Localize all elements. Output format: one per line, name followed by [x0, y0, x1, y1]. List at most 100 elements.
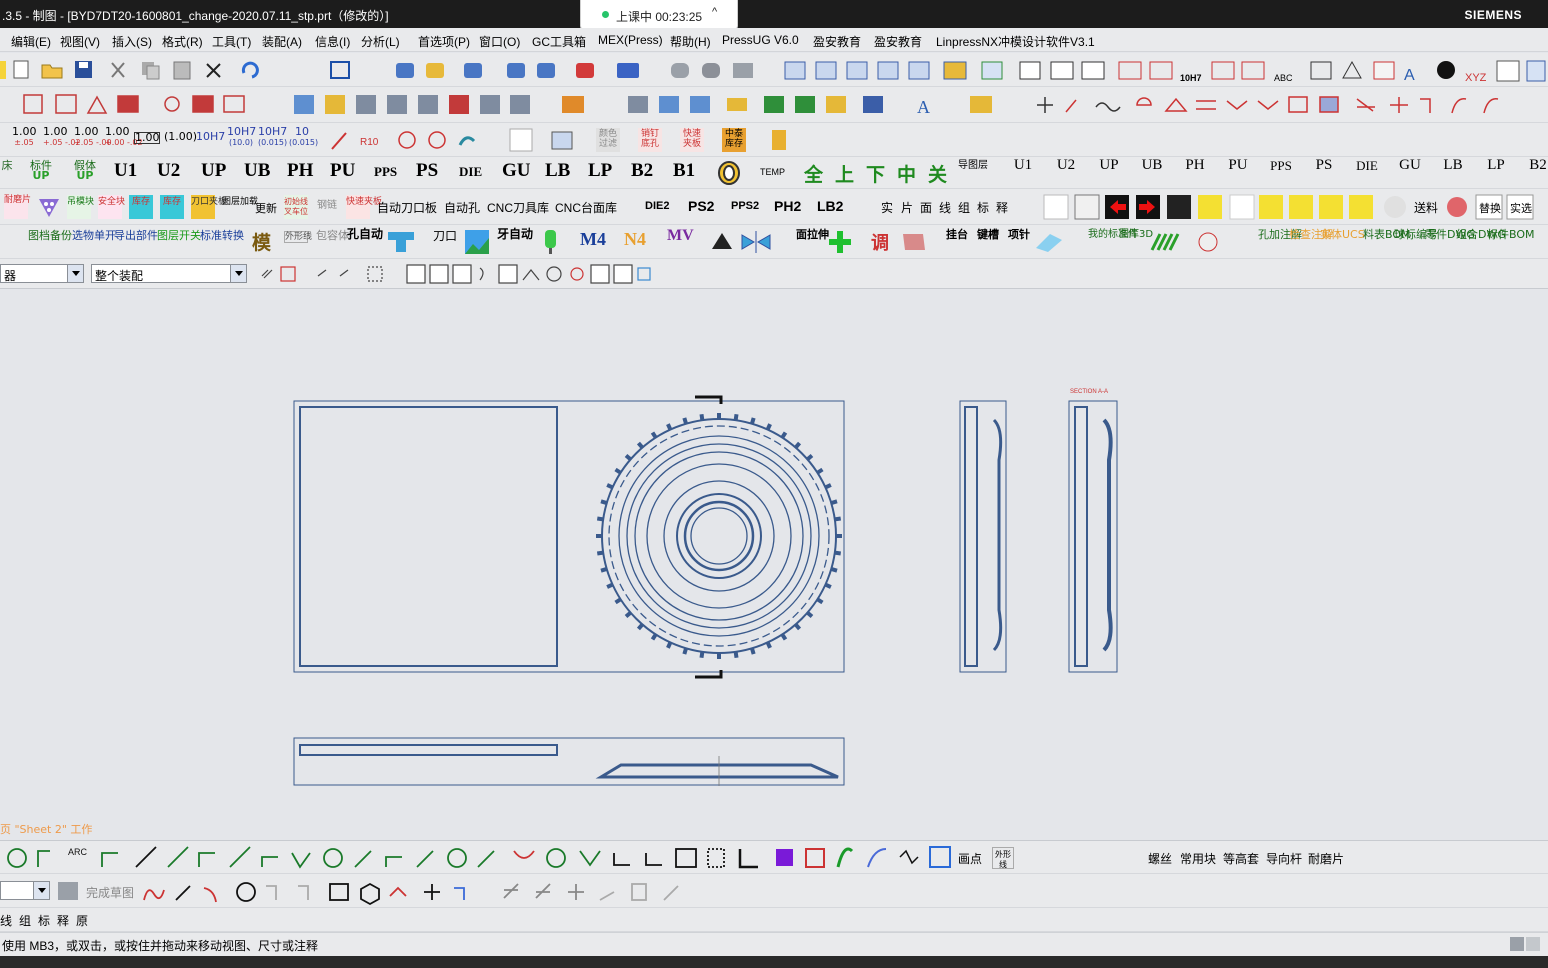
- menu-preferences[interactable]: 首选项(P): [418, 33, 470, 50]
- menu-insert[interactable]: 插入(S): [112, 33, 152, 50]
- annot-origin[interactable]: 原: [76, 912, 88, 929]
- chevron-down-icon[interactable]: [230, 265, 246, 282]
- chevron-down-icon[interactable]: [33, 882, 49, 899]
- outline-line-chip[interactable]: 外形线: [992, 847, 1014, 869]
- filter-sheet[interactable]: 片: [901, 199, 913, 216]
- backup-drawing-button[interactable]: 图档备份: [28, 230, 72, 241]
- mv-button[interactable]: MV: [667, 227, 694, 245]
- move-die[interactable]: DIE: [1354, 159, 1380, 172]
- equal-height-sleeve-button[interactable]: 等高套: [1223, 850, 1259, 867]
- mold-button[interactable]: 模: [252, 228, 271, 255]
- menu-gc-toolbox[interactable]: GC工具箱: [532, 33, 586, 50]
- hole-annotation-button[interactable]: 孔加注解: [1258, 229, 1302, 240]
- tolerance-basic[interactable]: 1.00: [134, 132, 160, 144]
- export-part-button[interactable]: 导出部件: [114, 230, 158, 241]
- tolerance-3[interactable]: 1.00 +.05 -.00: [74, 126, 112, 148]
- annot-note[interactable]: 释: [57, 912, 69, 929]
- status-panel-icon[interactable]: [1510, 937, 1524, 951]
- move-lb[interactable]: LB: [1442, 158, 1464, 173]
- auto-hole-button[interactable]: 孔自动: [347, 228, 383, 240]
- type-filter-select[interactable]: 器: [0, 264, 84, 283]
- menu-assembly[interactable]: 装配(A): [262, 33, 302, 50]
- menu-view[interactable]: 视图(V): [60, 33, 100, 50]
- m4-button[interactable]: M4: [580, 229, 606, 250]
- plate-b1[interactable]: B1: [673, 160, 695, 182]
- edge-button[interactable]: 刀口: [432, 230, 458, 242]
- drawing-canvas[interactable]: SECTION A-A: [0, 290, 1548, 838]
- ps2-button[interactable]: PS2: [688, 198, 714, 214]
- chevron-down-icon[interactable]: [67, 265, 83, 282]
- sheet-blue-icon[interactable]: [1034, 230, 1064, 254]
- auto-tooth-button[interactable]: 牙自动: [497, 228, 533, 240]
- all-button[interactable]: 全: [804, 160, 823, 187]
- wear-plate-chip[interactable]: 耐磨片: [4, 195, 31, 219]
- part-dwg-button[interactable]: 零件DWG: [1425, 229, 1475, 240]
- circle-o-icon[interactable]: [716, 160, 746, 186]
- move-ps[interactable]: PS: [1313, 158, 1335, 173]
- move-pps[interactable]: PPS: [1268, 159, 1294, 172]
- annot-label[interactable]: 标: [38, 912, 50, 929]
- face-extrude-button[interactable]: 面拉伸: [796, 229, 829, 240]
- assembly-dwg-button[interactable]: 组合DWG: [1456, 229, 1506, 240]
- status-panel2-icon[interactable]: [1526, 937, 1540, 951]
- safety-block-chip[interactable]: 安全块: [98, 195, 125, 219]
- stock-chip-2[interactable]: 库存: [160, 195, 184, 219]
- tolerance-2[interactable]: 1.00 +.05 -.02: [43, 126, 81, 148]
- drawing-sheet[interactable]: SECTION A-A: [0, 290, 1548, 838]
- balloon-number-button[interactable]: 球标编号: [1394, 229, 1438, 240]
- replace-button[interactable]: 替换: [1479, 200, 1501, 216]
- plate-u1[interactable]: U1: [114, 160, 137, 182]
- update-button[interactable]: 更新: [255, 200, 277, 216]
- layer-map-button[interactable]: 导图层: [958, 161, 988, 171]
- hang-table-button[interactable]: 挂台: [944, 229, 970, 240]
- move-lp[interactable]: LP: [1485, 158, 1507, 173]
- dummy-parts-up[interactable]: 假体 UP: [72, 160, 98, 181]
- outline-chip[interactable]: 初始线 叉车位: [284, 195, 308, 219]
- layer-load-button[interactable]: 图层加载: [222, 195, 258, 219]
- tolerance-4[interactable]: 1.00 +.00 -.02: [105, 126, 143, 148]
- punch-icon[interactable]: [384, 230, 420, 254]
- filter-group[interactable]: 组: [958, 199, 970, 216]
- plate-u2[interactable]: U2: [157, 160, 180, 182]
- guide-rod-button[interactable]: 导向杆: [1266, 850, 1302, 867]
- standard-parts-up[interactable]: 标件 UP: [28, 160, 54, 181]
- plate-die[interactable]: DIE: [459, 164, 482, 180]
- bom-table-button[interactable]: 料表BOM: [1363, 229, 1411, 240]
- plate-gu[interactable]: GU: [502, 160, 531, 182]
- draw-point-button[interactable]: 画点: [958, 850, 982, 867]
- annot-line[interactable]: 线: [0, 912, 12, 929]
- filter-line[interactable]: 线: [939, 199, 951, 216]
- filter-solid[interactable]: 实: [881, 199, 893, 216]
- wear-plate-button[interactable]: 耐磨片: [1308, 850, 1344, 867]
- auto-hole[interactable]: 自动孔: [444, 199, 480, 216]
- feed-button[interactable]: 送料: [1414, 199, 1438, 216]
- tolerance-1[interactable]: 1.00 ±.05: [12, 126, 37, 148]
- move-u1[interactable]: U1: [1012, 158, 1034, 173]
- close-button[interactable]: 关: [928, 160, 947, 187]
- outline-button[interactable]: 外形线: [284, 231, 312, 243]
- move-u2[interactable]: U2: [1055, 158, 1077, 173]
- move-ph[interactable]: PH: [1184, 158, 1206, 173]
- fit-10h7[interactable]: 10H7: [196, 131, 225, 142]
- finish-sketch-icon[interactable]: [56, 880, 82, 902]
- lb2-button[interactable]: LB2: [817, 198, 843, 214]
- keyway-button[interactable]: 键槽: [975, 229, 1001, 240]
- menu-analysis[interactable]: 分析(L): [361, 33, 400, 50]
- fit-10h7-tol[interactable]: 10H7 (10.0): [227, 126, 256, 148]
- ph2-button[interactable]: PH2: [774, 198, 801, 214]
- plus-green-icon[interactable]: [826, 229, 854, 255]
- landscape-icon[interactable]: [464, 229, 490, 255]
- real-select-button[interactable]: 实选: [1510, 200, 1532, 216]
- layer-select[interactable]: [0, 881, 50, 900]
- menu-format[interactable]: 格式(R): [162, 33, 203, 50]
- move-pu[interactable]: PU: [1227, 158, 1249, 173]
- menu-yingan-2[interactable]: 盈安教育: [874, 33, 922, 50]
- tri-hole-icon[interactable]: [36, 195, 62, 219]
- menu-linpress[interactable]: LinpressNX冲模设计软件V3.1: [936, 33, 1095, 50]
- finish-sketch-button[interactable]: 完成草图: [86, 884, 134, 901]
- tolerance-ref[interactable]: (1.00): [164, 131, 197, 142]
- standard-bom-button[interactable]: 标件BOM: [1487, 229, 1535, 240]
- move-ub[interactable]: UB: [1141, 158, 1163, 173]
- menu-mex-press[interactable]: MEX(Press): [598, 33, 663, 47]
- hanging-block-chip[interactable]: 吊模块: [67, 195, 94, 219]
